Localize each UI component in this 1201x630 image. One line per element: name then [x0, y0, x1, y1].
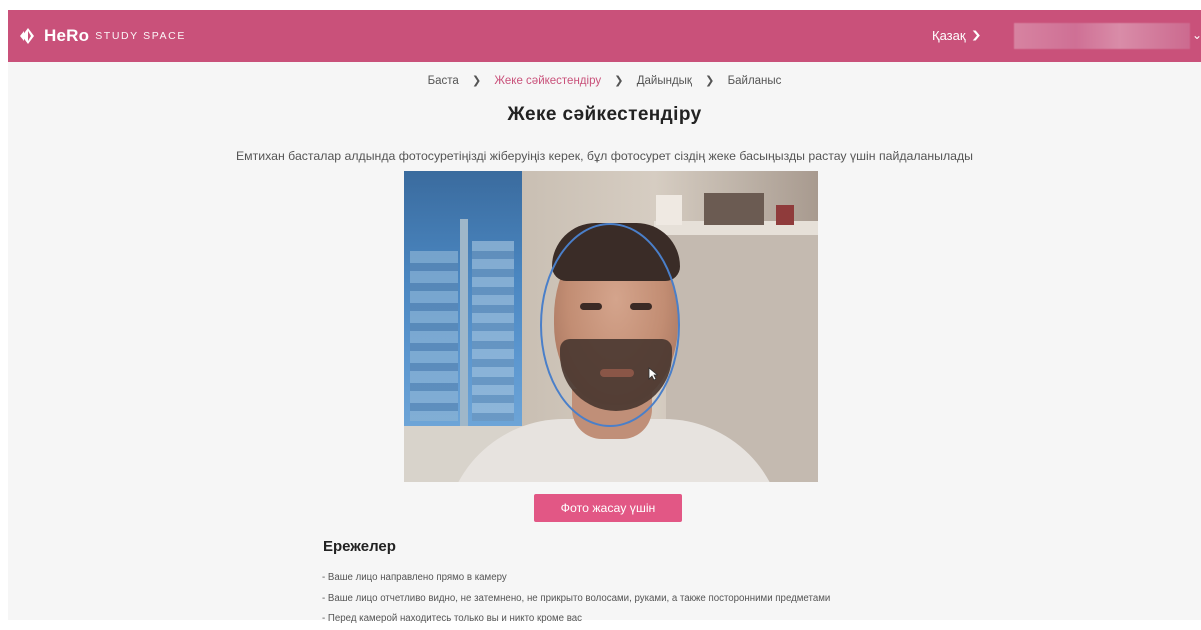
window-building: [410, 251, 458, 421]
breadcrumb-item-preparation[interactable]: Дайындық: [637, 75, 692, 87]
chevron-down-icon: ❯: [970, 30, 982, 41]
rules-list: - Ваше лицо направлено прямо в камеру - …: [322, 568, 830, 630]
rules-title: Ережелер: [323, 538, 396, 555]
hero-logo-icon: [20, 28, 34, 44]
window-building: [472, 241, 514, 421]
face-guide-oval: [540, 223, 680, 427]
webcam-background-object: [656, 195, 682, 225]
page: HeRo STUDY SPACE Қазақ ❯ ⌄ Баста ❯ Жеке …: [8, 10, 1201, 624]
chevron-right-icon: ❯: [614, 75, 624, 87]
breadcrumb-item-identification[interactable]: Жеке сәйкестендіру: [494, 75, 601, 87]
page-subtitle: Емтихан басталар алдында фотосуретіңізді…: [235, 149, 974, 163]
rule-item: - Перед камерой находитесь только вы и н…: [322, 613, 583, 624]
rule-item: - Ваше лицо отчетливо видно, не затемнен…: [322, 592, 831, 604]
webcam-preview: [404, 171, 818, 482]
logo[interactable]: HeRo STUDY SPACE: [18, 26, 186, 46]
webcam-background-window: [404, 171, 522, 433]
language-label: Қазақ: [932, 28, 966, 43]
mouse-cursor-icon: [648, 367, 658, 381]
chevron-right-icon: ❯: [705, 75, 715, 87]
language-dropdown[interactable]: Қазақ ❯: [932, 28, 982, 43]
breadcrumb-item-start[interactable]: Баста: [428, 75, 459, 87]
logo-brand: HeRo: [44, 26, 90, 45]
page-title: Жеке сәйкестендіру: [507, 104, 702, 125]
logo-subtitle: STUDY SPACE: [95, 30, 186, 42]
window-frame: [460, 219, 468, 433]
breadcrumb-item-contact[interactable]: Байланыс: [728, 75, 782, 87]
take-photo-button[interactable]: Фото жасау үшін: [534, 494, 682, 522]
webcam-background-object: [776, 205, 794, 225]
user-menu-blurred[interactable]: [1014, 23, 1190, 49]
chevron-down-icon[interactable]: ⌄: [1192, 28, 1201, 42]
chevron-right-icon: ❯: [472, 75, 482, 87]
webcam-background-object: [704, 193, 764, 225]
top-navbar: HeRo STUDY SPACE Қазақ ❯ ⌄: [8, 10, 1201, 62]
rule-item: - Ваше лицо направлено прямо в камеру: [322, 572, 507, 583]
breadcrumb: Баста ❯ Жеке сәйкестендіру ❯ Дайындық ❯ …: [8, 74, 1201, 87]
